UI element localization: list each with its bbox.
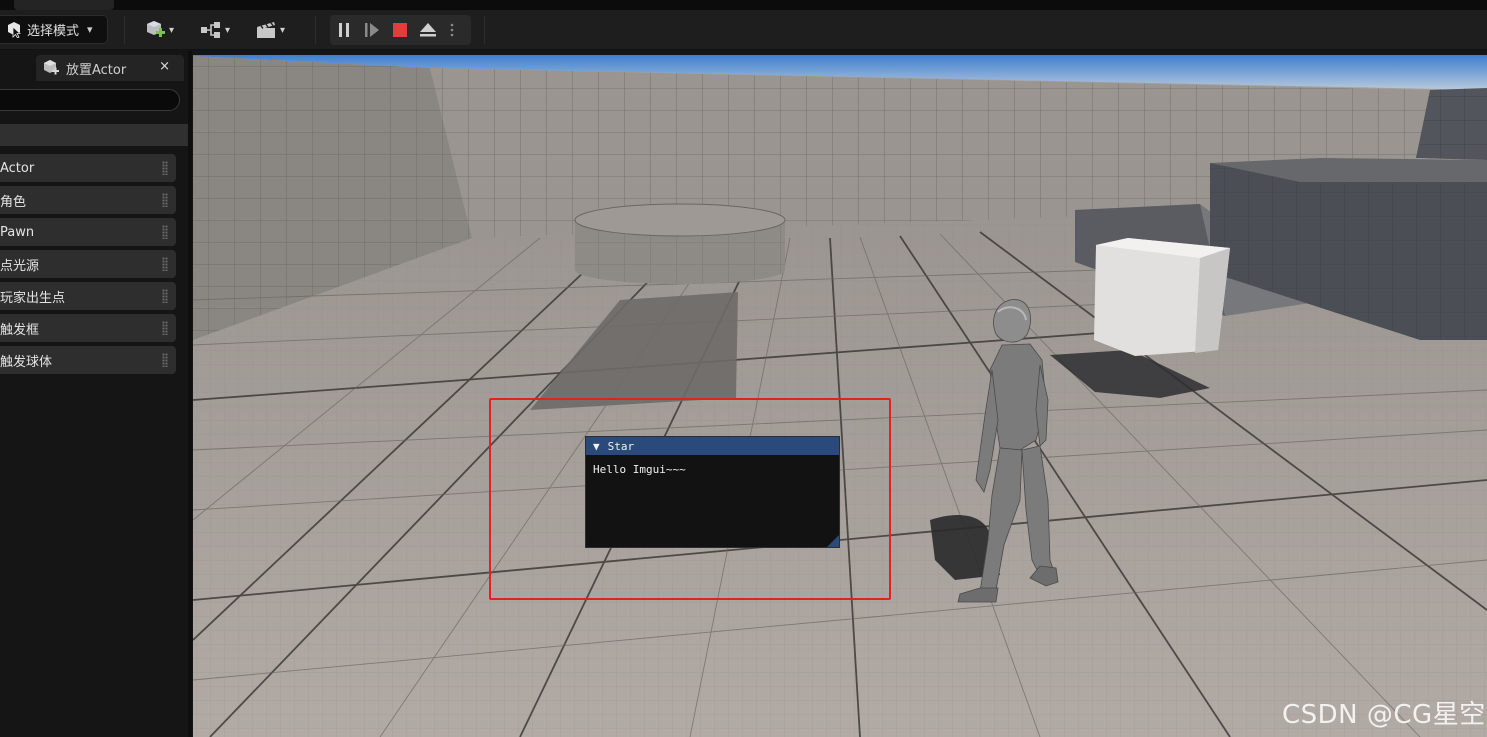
eject-icon: [420, 23, 436, 37]
drag-handle-icon[interactable]: [162, 161, 168, 175]
list-item-trigger-box[interactable]: 触发框: [0, 314, 176, 342]
list-item-label: 触发框: [0, 322, 40, 338]
toolbar-divider: [484, 16, 485, 44]
list-item-label: 角色: [0, 194, 27, 210]
play-options-button[interactable]: [442, 15, 462, 45]
actor-list: Actor 角色 Pawn 点光源 玩家出生点 触发框 触发球体: [0, 154, 176, 378]
panel-tab-row: 放置Actor ×: [0, 55, 192, 81]
window-tab-stub[interactable]: [14, 0, 114, 10]
drag-handle-icon[interactable]: [162, 257, 168, 271]
list-item-label: 点光源: [0, 258, 40, 274]
imgui-body: Hello Imgui~~~: [586, 455, 839, 484]
blueprint-icon: [201, 22, 220, 38]
chevron-down-icon: ▾: [225, 24, 231, 36]
step-icon: [365, 23, 379, 37]
imgui-title-bar[interactable]: ▼ Star: [586, 437, 839, 455]
blueprint-dropdown[interactable]: ▾: [200, 18, 230, 42]
imgui-window[interactable]: ▼ Star Hello Imgui~~~: [585, 436, 840, 548]
chevron-down-icon: ▾: [280, 24, 286, 36]
list-item-trigger-sphere[interactable]: 触发球体: [0, 346, 176, 374]
watermark: CSDN @CG星空: [1282, 700, 1486, 730]
list-item-label: Pawn: [0, 224, 35, 240]
imgui-title: Star: [607, 439, 635, 453]
select-mode-label: 选择模式: [27, 24, 80, 39]
toolbar-divider: [124, 16, 125, 44]
list-item-actor[interactable]: Actor: [0, 154, 176, 182]
place-actors-panel: 放置Actor × Actor 角色 Pawn 点光源 玩家出生点 触发框 触发…: [0, 51, 192, 737]
chevron-down-icon: ▾: [87, 23, 93, 36]
play-controls: [330, 15, 471, 45]
more-icon: [450, 23, 454, 37]
tab-label: 放置Actor: [66, 62, 127, 78]
pause-icon: [339, 23, 349, 37]
stop-icon: [393, 23, 407, 37]
list-item-label: 触发球体: [0, 354, 53, 370]
cinematics-icon: [257, 22, 275, 38]
scene-render: [193, 55, 1487, 737]
step-frame-button[interactable]: [358, 15, 386, 45]
list-item-point-light[interactable]: 点光源: [0, 250, 176, 278]
list-item-pawn[interactable]: Pawn: [0, 218, 176, 246]
list-item-label: Actor: [0, 160, 35, 176]
panel-splitter[interactable]: [188, 51, 192, 737]
add-actor-icon: [147, 21, 165, 37]
level-viewport[interactable]: CSDN @CG星空: [193, 55, 1487, 737]
cinematics-dropdown[interactable]: ▾: [255, 18, 285, 42]
place-actor-icon: [44, 60, 59, 75]
drag-handle-icon[interactable]: [162, 289, 168, 303]
search-input[interactable]: [0, 89, 180, 111]
drag-handle-icon[interactable]: [162, 225, 168, 239]
pause-button[interactable]: [330, 15, 358, 45]
list-item-label: 玩家出生点: [0, 290, 66, 306]
stop-button[interactable]: [386, 15, 414, 45]
collapse-triangle-icon[interactable]: ▼: [593, 440, 600, 453]
category-header[interactable]: [0, 124, 188, 146]
select-mode-button[interactable]: 选择模式 ▾: [0, 15, 108, 44]
tab-place-actors[interactable]: 放置Actor ×: [36, 55, 184, 81]
imgui-text: Hello Imgui~~~: [593, 463, 686, 476]
drag-handle-icon[interactable]: [162, 321, 168, 335]
list-item-character[interactable]: 角色: [0, 186, 176, 214]
drag-handle-icon[interactable]: [162, 193, 168, 207]
close-icon[interactable]: ×: [159, 59, 170, 74]
resize-grip-icon[interactable]: [827, 535, 839, 547]
main-toolbar: 选择模式 ▾ ▾ ▾ ▾: [0, 10, 1487, 50]
top-strip: [0, 0, 1487, 10]
drag-handle-icon[interactable]: [162, 353, 168, 367]
add-actor-dropdown[interactable]: ▾: [144, 18, 174, 42]
list-item-player-start[interactable]: 玩家出生点: [0, 282, 176, 310]
select-mode-icon: [8, 21, 21, 38]
toolbar-divider: [315, 16, 316, 44]
chevron-down-icon: ▾: [169, 24, 175, 36]
eject-button[interactable]: [414, 15, 442, 45]
